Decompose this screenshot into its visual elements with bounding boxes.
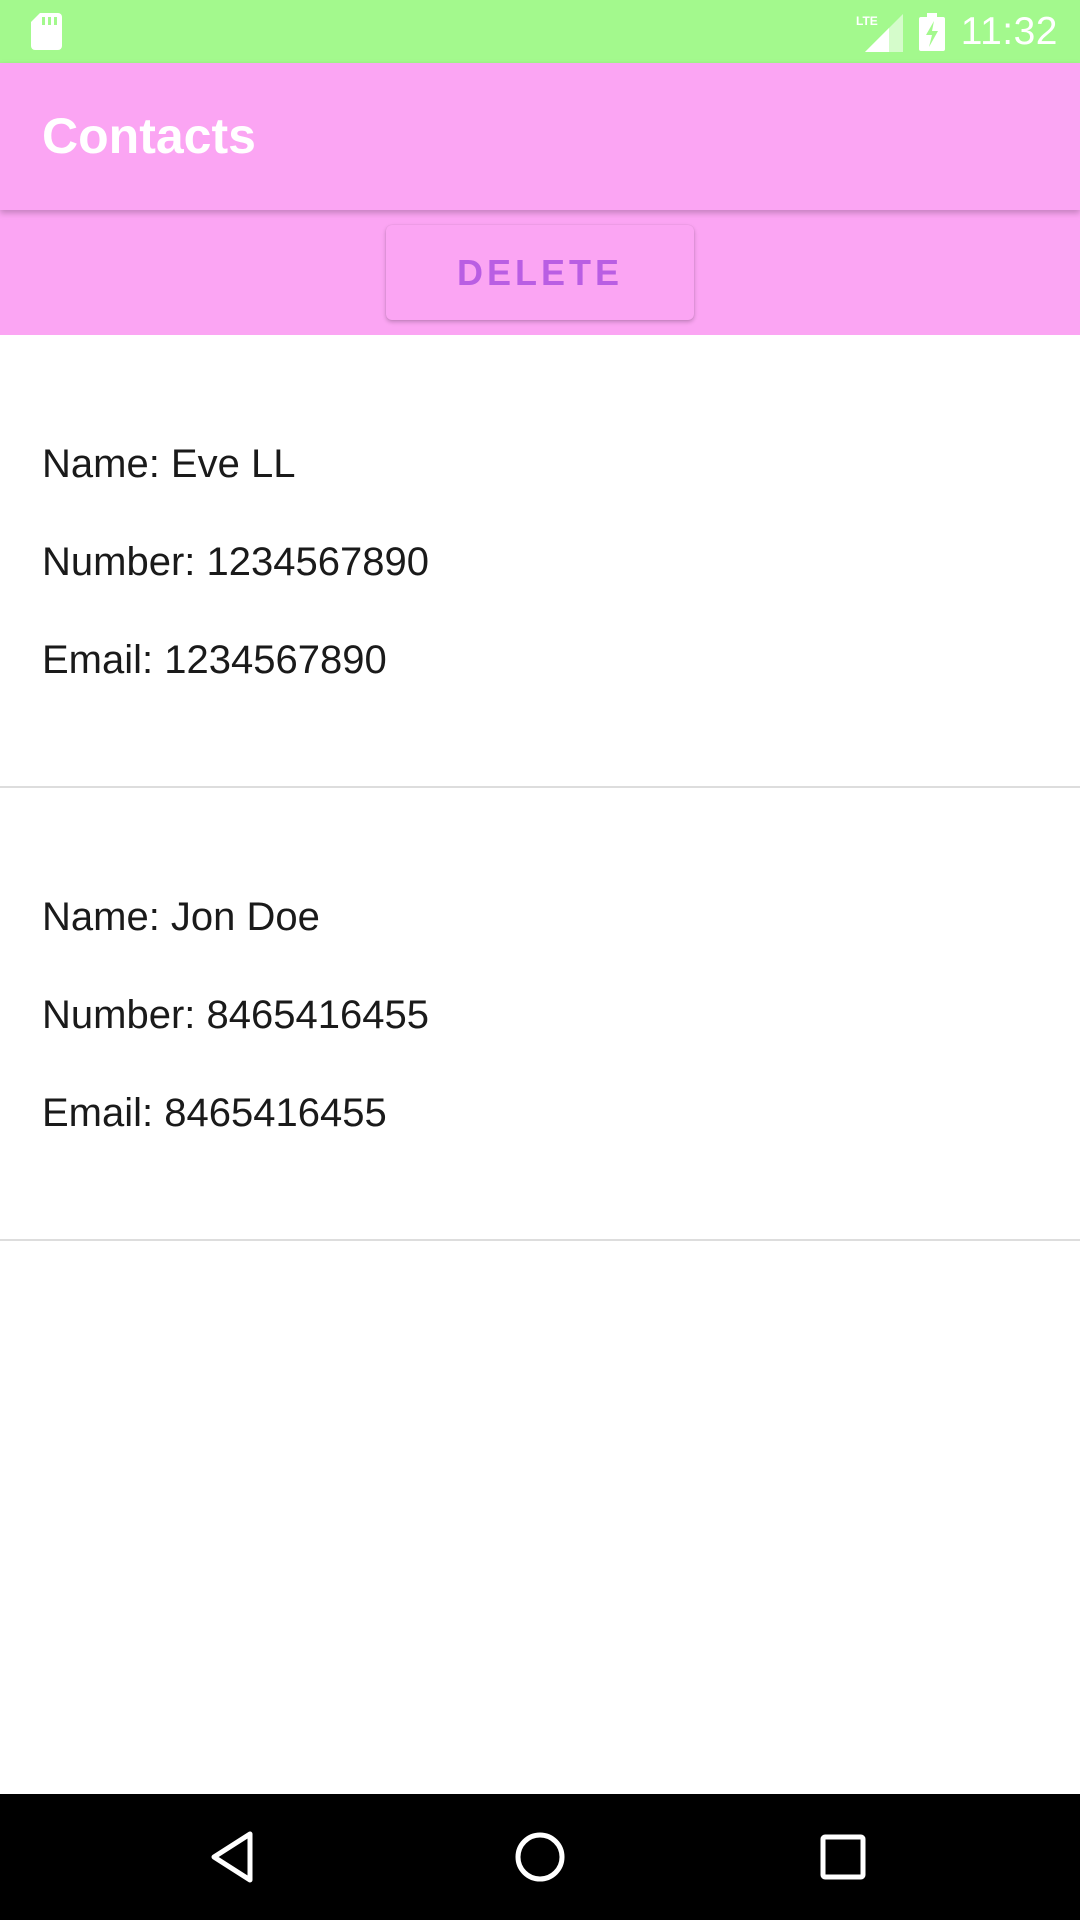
page-title: Contacts (42, 108, 256, 164)
status-bar: LTE 11:32 (0, 0, 1080, 63)
recents-icon[interactable] (813, 1827, 873, 1887)
status-time: 11:32 (960, 9, 1058, 53)
action-strip: DELETE (0, 210, 1080, 335)
home-icon[interactable] (510, 1827, 570, 1887)
navigation-bar (0, 1794, 1080, 1920)
list-item[interactable]: Name: Eve LL Number: 1234567890 Email: 1… (0, 335, 1080, 788)
contacts-screen: LTE 11:32 Contacts DELETE Name: Eve LL N… (0, 0, 1080, 1920)
delete-button[interactable]: DELETE (386, 225, 694, 320)
sd-card-icon (31, 13, 62, 50)
contact-name: Name: Eve LL (42, 442, 296, 486)
app-bar: Contacts (0, 63, 1080, 210)
contact-name: Name: Jon Doe (42, 895, 320, 939)
battery-charging-icon (918, 12, 945, 51)
contact-email: Email: 1234567890 (42, 638, 387, 682)
list-item[interactable]: Name: Jon Doe Number: 8465416455 Email: … (0, 788, 1080, 1241)
contact-email: Email: 8465416455 (42, 1091, 387, 1135)
contact-number: Number: 1234567890 (42, 540, 429, 584)
contact-list: Name: Eve LL Number: 1234567890 Email: 1… (0, 335, 1080, 1241)
lte-signal-icon: LTE (856, 13, 903, 52)
svg-text:LTE: LTE (856, 14, 878, 28)
contact-number: Number: 8465416455 (42, 993, 429, 1037)
back-icon[interactable] (206, 1827, 266, 1887)
status-icons: LTE 11:32 (855, 0, 1058, 63)
